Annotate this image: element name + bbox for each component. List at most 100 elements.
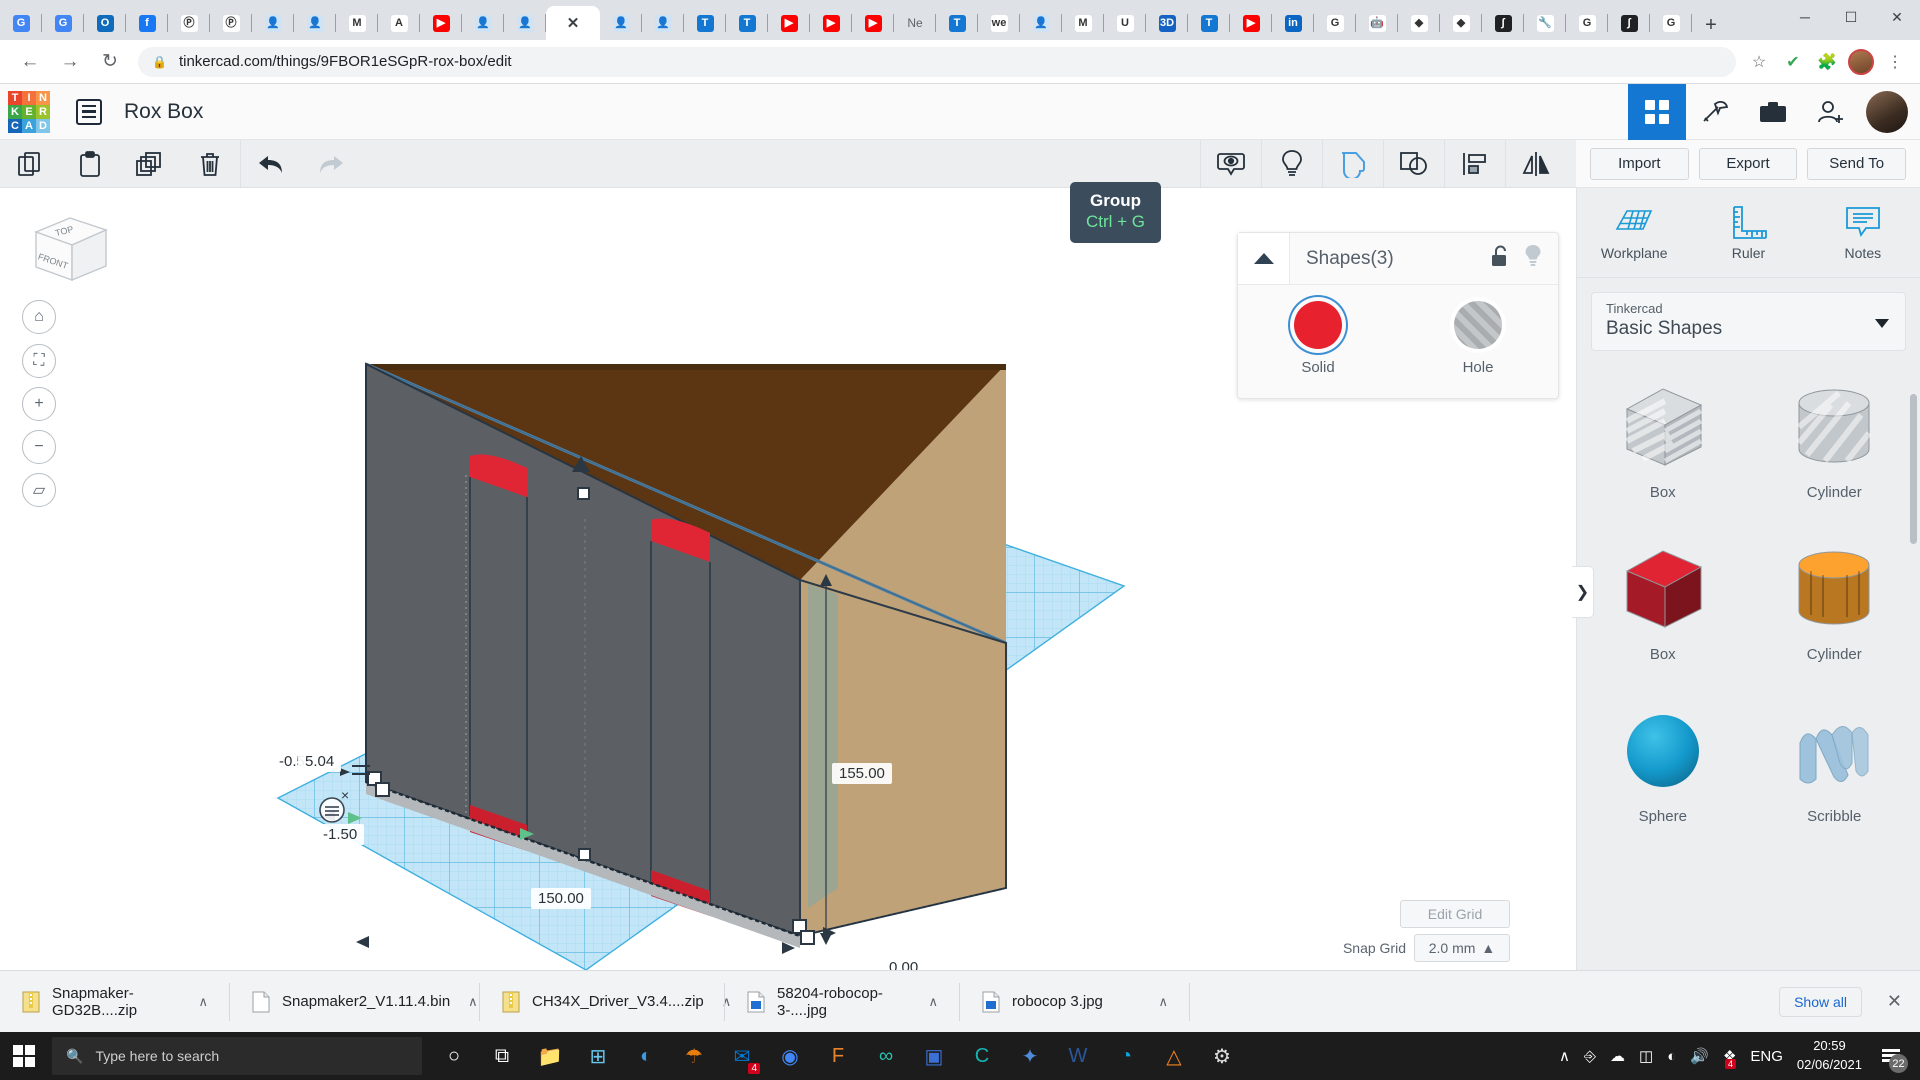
- browser-tab[interactable]: Ⓟ: [210, 6, 252, 40]
- browser-menu-icon[interactable]: ⋮: [1880, 47, 1910, 77]
- browser-tab[interactable]: O: [84, 6, 126, 40]
- download-menu-chevron-icon[interactable]: ∧: [198, 994, 208, 1010]
- browser-tab[interactable]: G: [1650, 6, 1692, 40]
- shape-cylinder-orange[interactable]: Cylinder: [1749, 527, 1920, 683]
- browser-tab[interactable]: G: [1566, 6, 1608, 40]
- browser-tab[interactable]: 🤖: [1356, 6, 1398, 40]
- browser-tab[interactable]: M: [336, 6, 378, 40]
- extensions-icon[interactable]: 🧩: [1812, 47, 1842, 77]
- browser-tab[interactable]: T: [684, 6, 726, 40]
- browser-tab[interactable]: 3D: [1146, 6, 1188, 40]
- taskbar-clock[interactable]: 20:59 02/06/2021: [1797, 1037, 1862, 1075]
- tinkercad-logo[interactable]: TINKERCAD: [8, 91, 50, 133]
- volume-icon[interactable]: 🔊: [1690, 1047, 1709, 1065]
- download-menu-chevron-icon[interactable]: ∧: [1158, 994, 1168, 1010]
- back-button[interactable]: ←: [10, 44, 50, 80]
- add-user-icon[interactable]: [1802, 84, 1860, 140]
- snap-grid-select[interactable]: 2.0 mm ▲: [1414, 934, 1510, 962]
- minimize-button[interactable]: ─: [1782, 0, 1828, 34]
- hole-swatch[interactable]: [1454, 301, 1502, 349]
- export-button[interactable]: Export: [1699, 148, 1798, 180]
- word-icon[interactable]: W: [1054, 1032, 1102, 1080]
- shape-box-hole[interactable]: Box: [1577, 365, 1749, 521]
- browser-tab[interactable]: 👤: [642, 6, 684, 40]
- undo-button[interactable]: [241, 140, 301, 187]
- forward-button[interactable]: →: [50, 44, 90, 80]
- tinkercad-app-icon[interactable]: ✦: [1006, 1032, 1054, 1080]
- start-button[interactable]: [0, 1032, 48, 1080]
- browser-tab[interactable]: ◆: [1398, 6, 1440, 40]
- download-item[interactable]: Snapmaker-GD32B....zip∧: [0, 971, 230, 1033]
- browser-tab[interactable]: ∫: [1482, 6, 1524, 40]
- language-indicator[interactable]: ENG: [1750, 1048, 1783, 1065]
- ungroup-button[interactable]: [1384, 140, 1444, 187]
- mirror-button[interactable]: [1506, 140, 1566, 187]
- new-tab-button[interactable]: +: [1696, 10, 1726, 40]
- video-icon[interactable]: ▣: [910, 1032, 958, 1080]
- dropbox-icon[interactable]: ❖4: [1723, 1047, 1736, 1065]
- duplicate-button[interactable]: [120, 140, 180, 187]
- shape-box-red[interactable]: Box: [1577, 527, 1749, 683]
- taskbar-search[interactable]: 🔍 Type here to search: [52, 1037, 422, 1075]
- tools-icon[interactable]: [1686, 84, 1744, 140]
- browser-tab[interactable]: U: [1104, 6, 1146, 40]
- delete-button[interactable]: [180, 140, 240, 187]
- browser-tab[interactable]: ▶: [420, 6, 462, 40]
- browser-tab[interactable]: ▶: [852, 6, 894, 40]
- project-list-icon[interactable]: [76, 99, 102, 125]
- dim-width[interactable]: 150.00: [531, 888, 591, 909]
- prusa-icon[interactable]: △: [1150, 1032, 1198, 1080]
- show-all-downloads-button[interactable]: Show all: [1779, 987, 1862, 1017]
- copy-button[interactable]: [0, 140, 60, 187]
- notification-center-button[interactable]: 22: [1876, 1041, 1906, 1071]
- group-button[interactable]: [1323, 140, 1383, 187]
- browser-tab[interactable]: 👤: [1020, 6, 1062, 40]
- browser-tab[interactable]: G: [0, 6, 42, 40]
- dim-height[interactable]: 5.04: [298, 751, 341, 772]
- browser-tab[interactable]: 👤: [600, 6, 642, 40]
- ruler-tool[interactable]: Ruler: [1691, 188, 1805, 277]
- close-window-button[interactable]: ✕: [1874, 0, 1920, 34]
- mail-icon[interactable]: ✉4: [718, 1032, 766, 1080]
- download-item[interactable]: CH34X_Driver_V3.4....zip∧: [480, 971, 725, 1033]
- align-button[interactable]: [1445, 140, 1505, 187]
- browser-tab[interactable]: 👤: [294, 6, 336, 40]
- dim-y-offset[interactable]: -1.50: [316, 824, 364, 845]
- show-hidden-icons[interactable]: ∧: [1559, 1047, 1570, 1065]
- redo-button[interactable]: [301, 140, 361, 187]
- address-bar[interactable]: 🔒 tinkercad.com/things/9FBOR1eSGpR-rox-b…: [138, 47, 1736, 77]
- browser-tab[interactable]: ◆: [1440, 6, 1482, 40]
- solid-swatch[interactable]: [1294, 301, 1342, 349]
- microsoft-store-icon[interactable]: ⊞: [574, 1032, 622, 1080]
- battery-icon[interactable]: ◫: [1639, 1047, 1653, 1065]
- shape-sphere-blue[interactable]: Sphere: [1577, 689, 1749, 845]
- browser-tab[interactable]: 👤: [252, 6, 294, 40]
- browser-tab[interactable]: G: [42, 6, 84, 40]
- shape-cylinder-hole[interactable]: Cylinder: [1749, 365, 1920, 521]
- profile-avatar[interactable]: [1846, 47, 1876, 77]
- settings-icon[interactable]: ⚙: [1198, 1032, 1246, 1080]
- close-download-bar-button[interactable]: ✕: [1887, 991, 1902, 1012]
- task-view-icon[interactable]: ○: [430, 1032, 478, 1080]
- collapse-up-icon[interactable]: [1238, 233, 1290, 284]
- browser-tab[interactable]: M: [1062, 6, 1104, 40]
- import-button[interactable]: Import: [1590, 148, 1689, 180]
- reload-button[interactable]: ↻: [90, 44, 130, 80]
- onedrive-icon[interactable]: ☁: [1610, 1047, 1625, 1065]
- browser-tab[interactable]: G: [1314, 6, 1356, 40]
- browser-tab[interactable]: ▶: [768, 6, 810, 40]
- cura-icon[interactable]: C: [958, 1032, 1006, 1080]
- unlock-icon[interactable]: [1490, 244, 1510, 273]
- browser-tab[interactable]: Ⓟ: [168, 6, 210, 40]
- screen-record-icon[interactable]: ⎆: [1584, 1048, 1596, 1065]
- browser-tab[interactable]: T: [936, 6, 978, 40]
- browser-tab[interactable]: ▶: [1230, 6, 1272, 40]
- edit-grid-button[interactable]: Edit Grid: [1400, 900, 1510, 928]
- solid-option[interactable]: Solid: [1238, 301, 1398, 376]
- download-item[interactable]: robocop 3.jpg∧: [960, 971, 1190, 1033]
- workplane-tool[interactable]: Workplane: [1577, 188, 1691, 277]
- browser-tab[interactable]: Ne: [894, 6, 936, 40]
- notes-tool[interactable]: Notes: [1806, 188, 1920, 277]
- dim-origin[interactable]: 0.00: [882, 957, 925, 970]
- download-menu-chevron-icon[interactable]: ∧: [928, 994, 938, 1010]
